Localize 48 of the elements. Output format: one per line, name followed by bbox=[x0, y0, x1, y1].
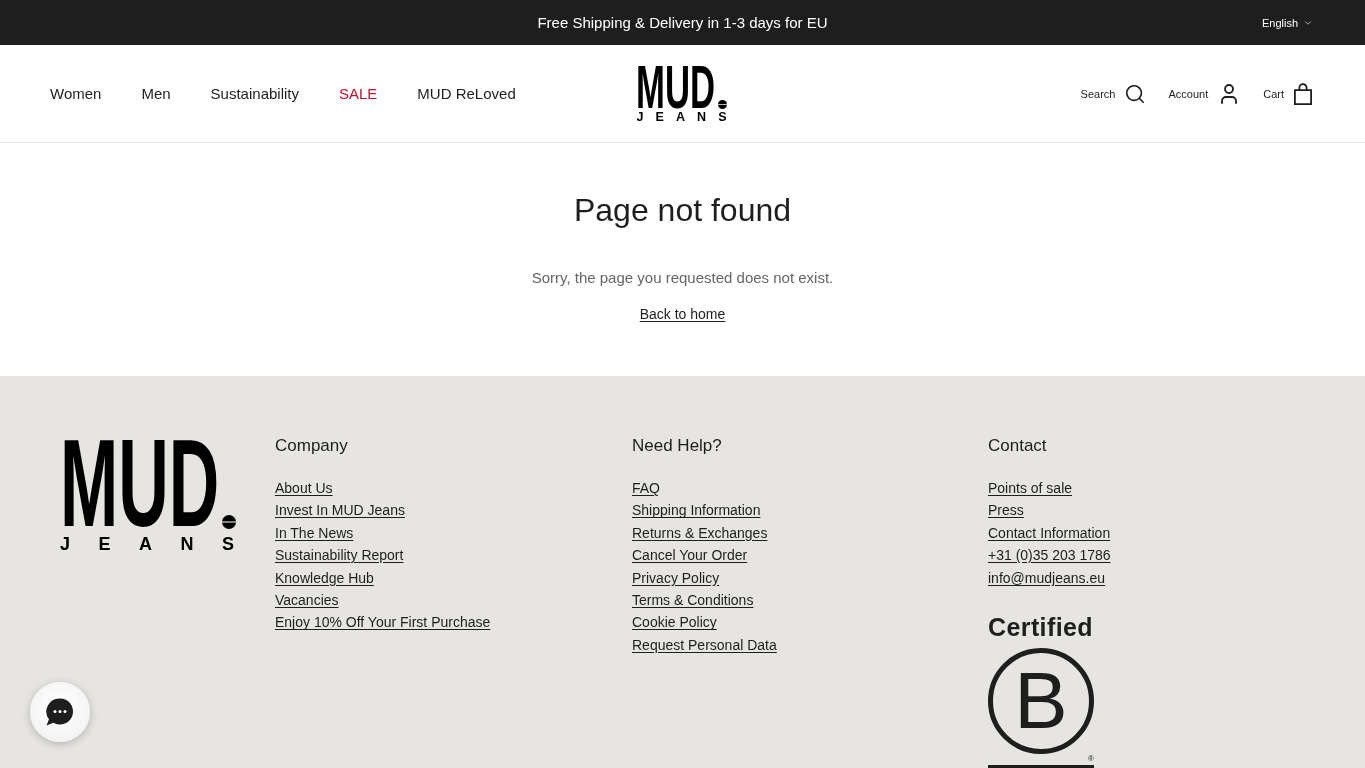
footer-link[interactable]: Shipping Information bbox=[632, 499, 761, 522]
footer-heading: Company bbox=[275, 435, 348, 457]
footer-link[interactable]: Knowledge Hub bbox=[275, 566, 374, 590]
certified-label: Certified bbox=[988, 615, 1093, 641]
footer-link[interactable]: Cookie Policy bbox=[632, 611, 717, 634]
bag-icon bbox=[1293, 82, 1313, 105]
footer-link[interactable]: Press bbox=[988, 499, 1024, 522]
nav-link[interactable]: Women bbox=[50, 85, 102, 102]
b-corp-mark: B bbox=[988, 648, 1094, 755]
registered-mark: ® bbox=[1088, 754, 1094, 764]
nav-link[interactable]: Men bbox=[141, 85, 171, 102]
footer-link[interactable]: info@mudjeans.eu bbox=[988, 566, 1105, 590]
announcement-text: Free Shipping & Delivery in 1-3 days for EU bbox=[537, 14, 828, 31]
footer-link[interactable]: In The News bbox=[275, 521, 354, 545]
logo-wordmark[interactable]: MUD bbox=[636, 64, 716, 111]
footer-link[interactable]: Privacy Policy bbox=[632, 566, 720, 590]
footer-link[interactable]: About Us bbox=[275, 477, 333, 500]
nav-link[interactable]: MUD ReLoved bbox=[417, 85, 516, 102]
back-home-link[interactable]: Back to home bbox=[639, 303, 726, 325]
footer-link[interactable]: Cancel Your Order bbox=[632, 544, 748, 567]
nav-link[interactable]: Sustainability bbox=[210, 85, 299, 102]
footer-link[interactable]: Request Personal Data bbox=[632, 633, 777, 657]
nav-link[interactable]: SALE bbox=[339, 85, 378, 102]
error-message: Sorry, the page you requested does not exist. bbox=[531, 268, 834, 288]
footer-heading: Need Help? bbox=[632, 435, 722, 457]
cart-link[interactable]: Cart bbox=[1263, 82, 1313, 105]
footer-heading: Contact bbox=[988, 435, 1047, 457]
logo-wordmark[interactable]: MUD bbox=[60, 437, 220, 530]
language-selector[interactable]: English bbox=[1261, 16, 1313, 29]
footer-link[interactable]: Contact Information bbox=[988, 521, 1111, 545]
footer-link[interactable]: Returns & Exchanges bbox=[632, 521, 768, 545]
search-icon bbox=[1124, 82, 1147, 105]
footer-link[interactable]: FAQ bbox=[632, 477, 660, 500]
footer-link[interactable]: Invest In MUD Jeans bbox=[275, 499, 405, 522]
footer-link[interactable]: Vacancies bbox=[275, 589, 339, 612]
account-link[interactable]: Account bbox=[1168, 81, 1242, 106]
dot-icon bbox=[717, 100, 727, 110]
footer-link[interactable]: Enjoy 10% Off Your First Purchase bbox=[275, 611, 491, 634]
logo-tagline: JEANS bbox=[636, 113, 739, 123]
footer-link[interactable]: Points of sale bbox=[988, 477, 1073, 500]
footer-link[interactable]: Terms & Conditions bbox=[632, 589, 754, 612]
page-title: Page not found bbox=[573, 191, 792, 229]
footer-link[interactable]: Sustainability Report bbox=[275, 544, 404, 567]
logo-tagline: JEANS bbox=[60, 537, 263, 551]
footer-link[interactable]: +31 (0)35 203 1786 bbox=[988, 544, 1111, 567]
search-button[interactable]: Search bbox=[1080, 82, 1147, 105]
chat-icon bbox=[45, 697, 75, 727]
dot-icon bbox=[222, 514, 237, 529]
